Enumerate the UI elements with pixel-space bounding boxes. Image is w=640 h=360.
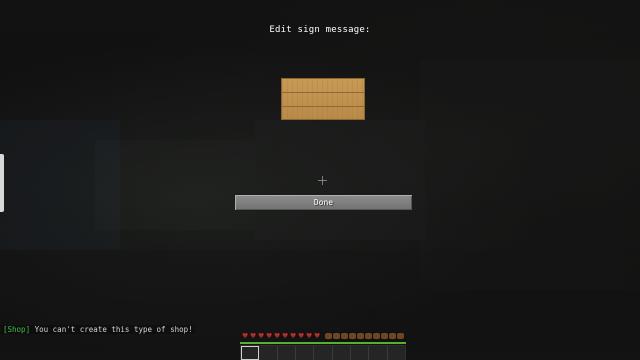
heart-icon: ♥ — [298, 332, 305, 340]
done-button[interactable]: Done — [234, 194, 413, 211]
heart-icon: ♥ — [282, 332, 289, 340]
heart-icon: ♥ — [250, 332, 257, 340]
hunger-icon — [357, 333, 364, 339]
hotbar-slot[interactable] — [314, 346, 333, 360]
hotbar-slot[interactable] — [333, 346, 351, 360]
heart-icon: ♥ — [242, 332, 249, 340]
hotbar-slot[interactable] — [259, 346, 278, 360]
window-edge — [0, 154, 4, 212]
game-view: Edit sign message: Done [Shop] You can't… — [0, 0, 640, 360]
chat-text: You can't create this type of shop! — [30, 325, 193, 334]
hunger-icon — [333, 333, 340, 339]
hunger-bar — [325, 333, 404, 340]
hotbar-slot[interactable] — [296, 346, 315, 360]
sign-line-4[interactable] — [282, 108, 364, 118]
heart-icon: ♥ — [290, 332, 297, 340]
heart-icon: ♥ — [266, 332, 273, 340]
chat-message: [Shop] You can't create this type of sho… — [1, 325, 195, 334]
hotbar-slot[interactable] — [241, 346, 260, 360]
hunger-icon — [341, 333, 348, 339]
world-background — [255, 120, 425, 240]
crosshair-icon — [318, 176, 328, 186]
heart-icon: ♥ — [258, 332, 265, 340]
heart-icon: ♥ — [274, 332, 281, 340]
hunger-icon — [373, 333, 380, 339]
health-bar: ♥ ♥ ♥ ♥ ♥ ♥ ♥ ♥ ♥ ♥ — [242, 333, 321, 340]
sign-editor[interactable] — [281, 78, 365, 120]
heart-icon: ♥ — [306, 332, 313, 340]
chat-tag: [Shop] — [3, 325, 31, 334]
hunger-icon — [389, 333, 396, 339]
hunger-icon — [381, 333, 388, 339]
hotbar[interactable] — [240, 345, 406, 360]
hunger-icon — [325, 333, 332, 339]
hotbar-slot[interactable] — [278, 346, 296, 360]
hotbar-slot[interactable] — [351, 346, 370, 360]
hunger-icon — [365, 333, 372, 339]
hotbar-slot[interactable] — [369, 346, 388, 360]
experience-fill — [240, 342, 406, 344]
experience-bar — [240, 342, 406, 344]
player-hud: ♥ ♥ ♥ ♥ ♥ ♥ ♥ ♥ ♥ ♥ — [238, 333, 408, 360]
world-background — [95, 140, 255, 230]
hunger-icon — [397, 333, 404, 339]
screen-title: Edit sign message: — [269, 25, 371, 35]
hotbar-slot[interactable] — [388, 346, 405, 360]
heart-icon: ♥ — [314, 332, 321, 340]
hunger-icon — [349, 333, 356, 339]
